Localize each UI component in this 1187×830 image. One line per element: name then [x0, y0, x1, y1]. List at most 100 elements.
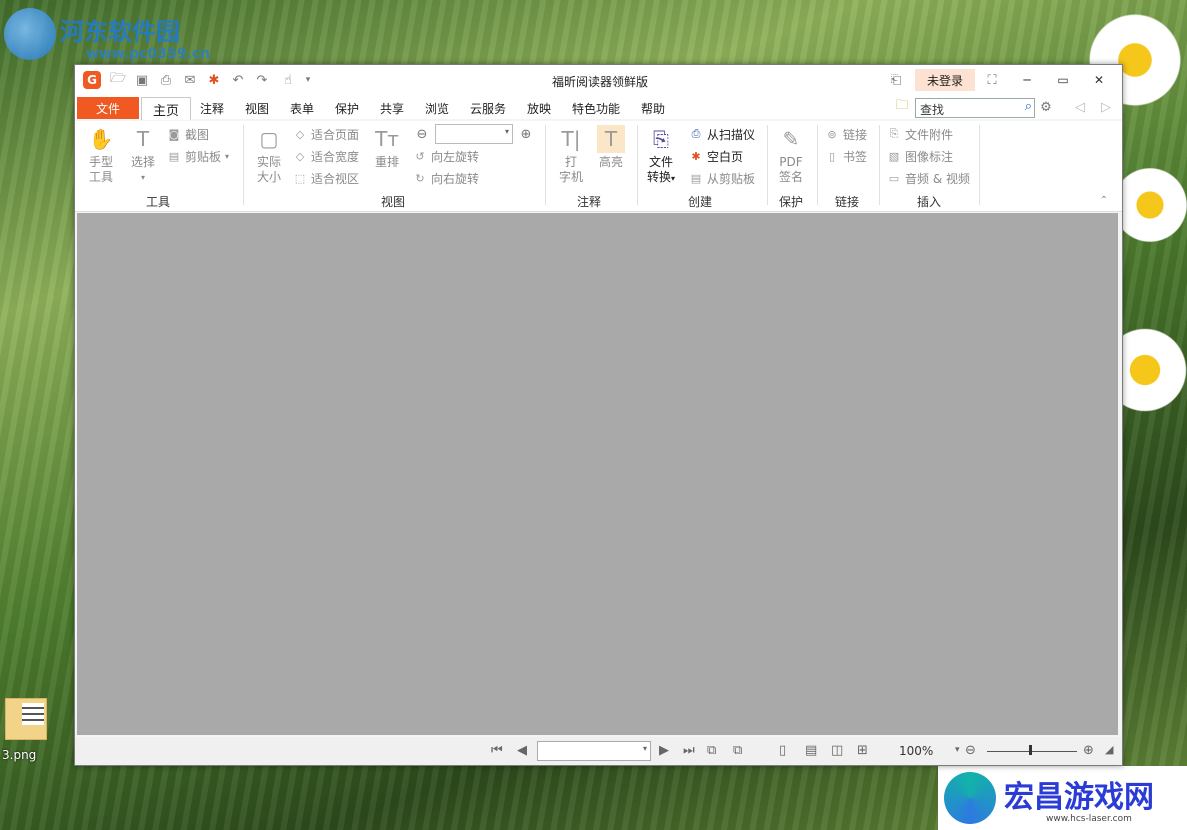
search-placeholder: 查找 [920, 103, 945, 117]
hand-icon: ✋ [88, 126, 114, 151]
resize-grip-icon[interactable]: ◢ [1105, 743, 1113, 756]
redo-icon[interactable]: ↷ [253, 71, 271, 89]
desktop-file-icon[interactable]: 3.png [2, 698, 50, 768]
login-button[interactable]: 未登录 [915, 69, 975, 91]
pdf-sign-label-2: 签名 [778, 170, 803, 184]
rotate-left-button[interactable]: ↺ 向左旋转 [413, 147, 479, 165]
actual-size-button[interactable]: ▢ 实际 大小 [251, 125, 287, 185]
continuous-facing-icon[interactable]: ⊞ [857, 743, 868, 758]
tab-features[interactable]: 特色功能 [565, 97, 627, 119]
pdf-sign-button[interactable]: ✎ PDF 签名 [773, 125, 809, 185]
next-view-icon[interactable]: ⧉ [733, 743, 742, 758]
reflow-label: 重排 [374, 155, 399, 169]
fullscreen-icon[interactable]: ⛶ [983, 71, 1001, 89]
single-page-icon[interactable]: ▯ [779, 743, 786, 758]
previous-nav-icon[interactable]: ◁ [1071, 98, 1089, 116]
clipboard-button[interactable]: ▤ 剪贴板 ▾ [167, 147, 229, 165]
image-annotation-button[interactable]: ▧ 图像标注 [887, 147, 953, 165]
zoom-in-status-icon[interactable]: ⊕ [1083, 743, 1094, 758]
previous-page-icon[interactable]: ◀ [517, 743, 527, 758]
reflow-button[interactable]: Tт 重排 [369, 125, 405, 170]
search-icon[interactable]: ⌕ [1025, 99, 1032, 114]
search-input[interactable]: 查找 ⌕ [915, 98, 1035, 118]
zoom-select[interactable]: ▾ [435, 124, 513, 144]
restore-button[interactable]: ▭ [1049, 69, 1077, 91]
first-page-icon[interactable]: ⏮ [491, 743, 503, 758]
zoom-level[interactable]: 100% [899, 744, 933, 758]
group-divider [545, 125, 546, 205]
clipboard-paste-icon: ▤ [690, 171, 702, 185]
audio-video-button[interactable]: ▭ 音频 & 视频 [887, 169, 970, 187]
document-area[interactable] [77, 213, 1118, 735]
tab-view[interactable]: 视图 [238, 97, 276, 119]
next-page-icon[interactable]: ▶ [659, 743, 669, 758]
typewriter-button[interactable]: T| 打 字机 [553, 125, 589, 185]
clipboard-icon: ▤ [168, 149, 180, 163]
fit-page-button[interactable]: ◇ 适合页面 [293, 125, 359, 143]
bookmark-button[interactable]: ▯ 书签 [825, 147, 867, 165]
clipboard-dropdown-icon: ▾ [225, 151, 230, 161]
continuous-page-icon[interactable]: ▤ [805, 743, 817, 758]
print-icon[interactable]: ⎙ [157, 71, 175, 89]
zoom-slider-thumb[interactable] [1029, 745, 1032, 755]
zoom-in-icon[interactable]: ⊕ [517, 125, 535, 143]
zoom-dropdown-icon[interactable]: ▾ [955, 745, 960, 755]
fit-visible-label: 适合视区 [311, 171, 360, 186]
page-number-input[interactable]: ▾ [537, 741, 651, 761]
email-icon[interactable]: ✉ [181, 71, 199, 89]
tab-comment[interactable]: 注释 [193, 97, 231, 119]
save-icon[interactable]: ▣ [133, 71, 151, 89]
rotate-left-icon: ↺ [415, 149, 425, 163]
from-scanner-button[interactable]: ⎙ 从扫描仪 [689, 125, 755, 143]
close-button[interactable]: ✕ [1085, 69, 1113, 91]
select-tool-button[interactable]: T 选择 ▾ [125, 125, 161, 185]
file-attachment-button[interactable]: ⎘ 文件附件 [887, 125, 953, 143]
link-button[interactable]: ⊚ 链接 [825, 125, 867, 143]
next-nav-icon[interactable]: ▷ [1097, 98, 1115, 116]
collapse-ribbon-icon[interactable]: ⌃ [1095, 191, 1113, 209]
blank-page-button[interactable]: ✱ 空白页 [689, 147, 743, 165]
tab-form[interactable]: 表单 [283, 97, 321, 119]
tab-file[interactable]: 文件 [77, 97, 139, 119]
from-clipboard-button[interactable]: ▤ 从剪贴板 [689, 169, 755, 187]
customize-dropdown-icon[interactable]: ▾ [299, 71, 317, 89]
minimize-button[interactable]: ─ [1013, 69, 1041, 91]
zoom-out-status-icon[interactable]: ⊖ [965, 743, 976, 758]
previous-view-icon[interactable]: ⧉ [707, 743, 716, 758]
window-title: 福昕阅读器领鲜版 [551, 75, 648, 89]
blank-page-label: 空白页 [707, 149, 744, 164]
search-folder-icon[interactable]: 🗀 [893, 98, 911, 116]
link-label: 链接 [843, 127, 868, 142]
link-icon: ⊚ [827, 127, 837, 141]
zoom-slider[interactable] [987, 751, 1077, 752]
tab-cloud[interactable]: 云服务 [463, 97, 513, 119]
fit-width-button[interactable]: ◇ 适合宽度 [293, 147, 359, 165]
hand-tool-quick-icon[interactable]: ☝ [279, 71, 297, 89]
fit-visible-button[interactable]: ⬚ 适合视区 [293, 169, 359, 187]
rotate-left-label: 向左旋转 [431, 149, 480, 164]
tab-browse[interactable]: 浏览 [418, 97, 456, 119]
new-document-icon[interactable]: ✱ [205, 71, 223, 89]
foxit-app-icon[interactable]: G [83, 71, 101, 89]
settings-gear-icon[interactable]: ⚙ [1037, 98, 1055, 116]
tab-protect[interactable]: 保护 [328, 97, 366, 119]
share-icon[interactable]: ⎗ [887, 71, 905, 89]
hand-tool-button[interactable]: ✋ 手型 工具 [83, 125, 119, 185]
last-page-icon[interactable]: ⏭ [683, 743, 695, 758]
tab-share[interactable]: 共享 [373, 97, 411, 119]
rotate-right-button[interactable]: ↻ 向右旋转 [413, 169, 479, 187]
audio-video-label: 音频 & 视频 [905, 171, 970, 186]
tab-home[interactable]: 主页 [141, 97, 191, 120]
highlight-button[interactable]: T 高亮 [593, 125, 629, 170]
actual-size-icon: ▢ [259, 126, 279, 151]
undo-icon[interactable]: ↶ [229, 71, 247, 89]
file-convert-button[interactable]: ⎘ 文件 转换▾ [643, 125, 679, 186]
tab-help[interactable]: 帮助 [634, 97, 672, 119]
tab-slideshow[interactable]: 放映 [520, 97, 558, 119]
bookmark-label: 书签 [843, 149, 868, 164]
open-folder-icon[interactable]: 🗁 [109, 71, 127, 89]
screenshot-button[interactable]: ◙ 截图 [167, 125, 209, 143]
zoom-out-icon[interactable]: ⊖ [413, 125, 431, 143]
facing-page-icon[interactable]: ◫ [831, 743, 843, 758]
zoom-select-dropdown-icon: ▾ [504, 127, 509, 136]
